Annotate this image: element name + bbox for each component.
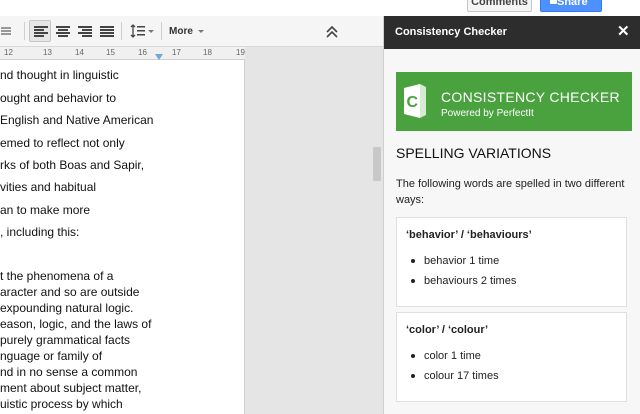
document-scrollbar[interactable] — [373, 147, 381, 181]
logo-subtitle: Powered by PerfectIt — [441, 108, 534, 119]
ruler-tick: 17 — [172, 48, 181, 57]
close-icon[interactable]: ✕ — [617, 23, 630, 41]
variation-card[interactable]: ‘behavior’ / ‘behaviours’ behavior 1 tim… — [396, 217, 627, 307]
variation-list: behavior 1 time behaviours 2 times — [409, 254, 516, 294]
intro-text: The following words are spelled in two d… — [396, 178, 625, 206]
variation-title: ‘color’ / ‘colour’ — [406, 324, 489, 336]
document-line: ought and behavior to — [0, 91, 117, 105]
more-menu[interactable]: More — [169, 26, 193, 37]
logo-title: CONSISTENCY CHECKER — [441, 89, 620, 105]
document-line: aracter and so are outside — [0, 285, 140, 299]
document-line: English and Native American — [0, 113, 154, 127]
align-center-icon — [56, 26, 70, 37]
sidebar-header: Consistency Checker ✕ — [384, 16, 640, 49]
document-line: expounding natural logic. — [0, 301, 134, 315]
collapse-icon[interactable] — [325, 25, 339, 39]
document-line: emed to reflect not only — [0, 136, 125, 150]
chevron-down-icon — [198, 30, 204, 33]
consistency-checker-logo: C CONSISTENCY CHECKER Powered by Perfect… — [396, 72, 632, 131]
ruler[interactable]: 12 13 14 15 16 17 18 19 — [0, 47, 245, 60]
align-right-button[interactable] — [73, 20, 95, 42]
toolbar-divider — [161, 22, 162, 40]
toolbar-divider — [24, 22, 25, 40]
chevron-down-icon — [148, 30, 154, 33]
variation-title: ‘behavior’ / ‘behaviours’ — [406, 229, 532, 241]
align-center-button[interactable] — [51, 20, 73, 42]
document-c-icon: C — [404, 84, 426, 118]
document-line: ment about subject matter, — [0, 381, 142, 395]
line-spacing-button[interactable] — [126, 20, 156, 42]
document-line: rks of both Boas and Sapir, — [0, 158, 145, 172]
ruler-tick: 15 — [106, 48, 115, 57]
line-spacing-icon — [130, 24, 145, 38]
document-line: an to make more — [0, 203, 91, 217]
align-justify-icon — [100, 26, 114, 37]
align-right-icon — [78, 26, 92, 37]
sidebar-title: Consistency Checker — [395, 26, 507, 38]
list-item[interactable]: behavior 1 time — [409, 254, 516, 274]
variation-list: color 1 time colour 17 times — [409, 349, 499, 389]
list-item[interactable]: behaviours 2 times — [409, 274, 516, 294]
document-line: purely grammatical facts — [0, 333, 131, 347]
document-line: vities and habitual — [0, 180, 97, 194]
comment-icon — [1, 27, 11, 37]
list-item[interactable]: color 1 time — [409, 349, 499, 369]
list-item[interactable]: colour 17 times — [409, 369, 499, 389]
ruler-tick: 19 — [236, 48, 245, 57]
document-line: t the phenomena of a — [0, 269, 114, 283]
document-line: nguage or family of — [0, 349, 103, 363]
align-left-icon — [34, 26, 48, 37]
ruler-tick: 18 — [203, 48, 212, 57]
ruler-background — [245, 47, 383, 60]
toolbar-divider — [121, 22, 122, 40]
variation-card[interactable]: ‘color’ / ‘colour’ color 1 time colour 1… — [396, 312, 627, 402]
document-line: nd in no sense a common — [0, 365, 138, 379]
ruler-tick: 12 — [4, 48, 13, 57]
comments-button[interactable]: Comments — [467, 0, 532, 12]
section-title: SPELLING VARIATIONS — [396, 145, 552, 161]
share-label: Share — [557, 0, 588, 8]
document-line: , including this: — [0, 225, 80, 239]
document-background — [246, 60, 383, 414]
share-button[interactable]: Share — [540, 0, 602, 12]
ruler-tick: 14 — [75, 48, 84, 57]
ruler-tick: 16 — [138, 48, 147, 57]
svg-text:C: C — [407, 94, 419, 111]
document-line: nd thought in linguistic — [0, 68, 119, 82]
top-bar: Comments Share — [0, 0, 640, 16]
lock-icon — [550, 0, 557, 4]
align-justify-button[interactable] — [95, 20, 117, 42]
document-line: eason, logic, and the laws of — [0, 317, 152, 331]
document-page[interactable]: nd thought in linguistic ought and behav… — [0, 60, 245, 414]
document-line: uistic process by which — [0, 397, 123, 411]
align-left-button[interactable] — [29, 20, 51, 42]
ruler-tick: 13 — [43, 48, 52, 57]
consistency-checker-sidebar: Consistency Checker ✕ C CONSISTENCY CHEC… — [383, 16, 640, 414]
formatting-toolbar: More — [0, 16, 383, 47]
comment-button[interactable] — [0, 20, 18, 42]
